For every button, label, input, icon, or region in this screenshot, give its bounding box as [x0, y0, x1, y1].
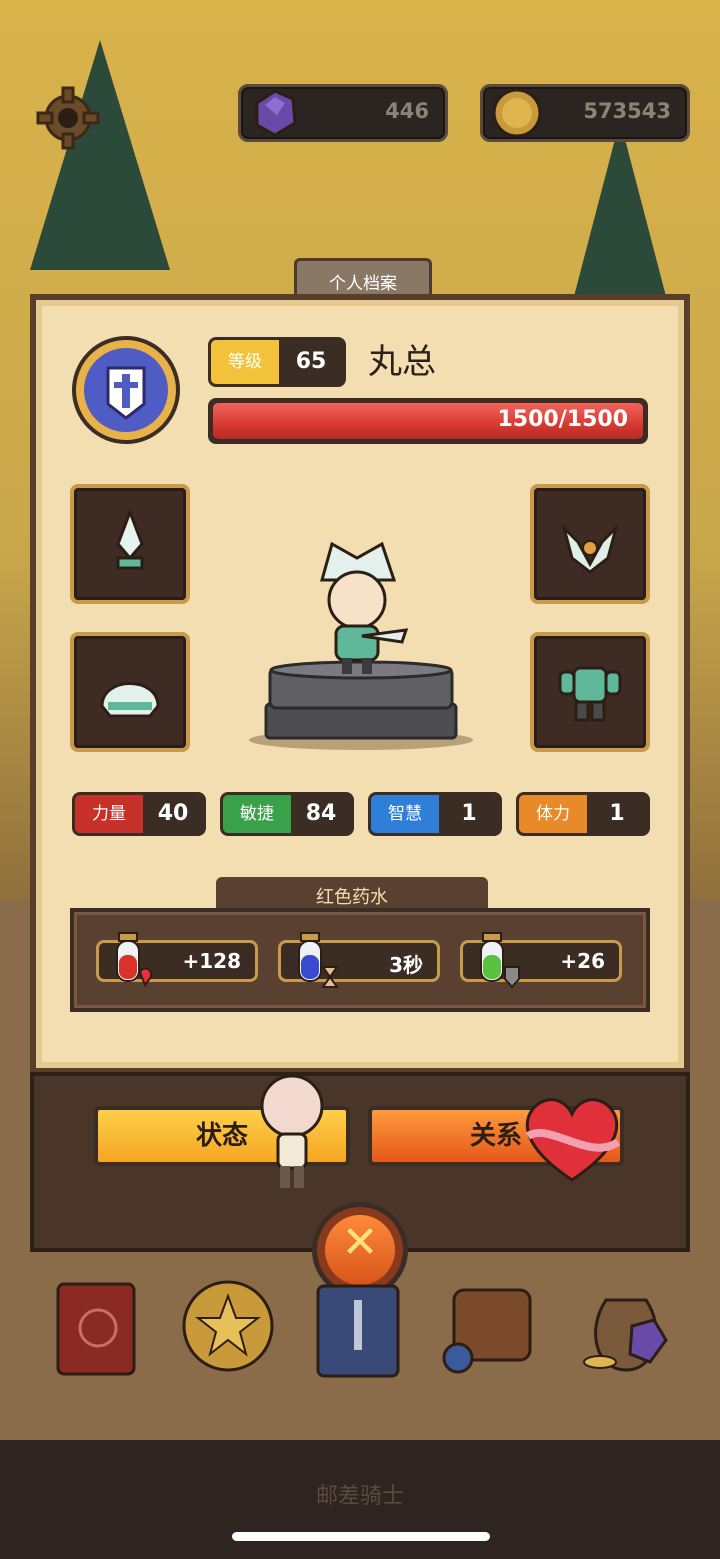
card-sword-icon[interactable]	[310, 1270, 410, 1380]
stat-strength-value: 40	[157, 801, 189, 826]
stat-stamina-value: 1	[609, 801, 625, 826]
potion-heal: +128	[96, 932, 258, 988]
home-indicator[interactable]	[232, 1532, 490, 1541]
stat-stamina-label: 体力	[519, 795, 587, 833]
stat-intelligence-value: 1	[461, 801, 477, 826]
stat-agility-value: 84	[305, 801, 337, 826]
gem-counter[interactable]: 446	[238, 84, 448, 142]
stat-intelligence: 智慧 1	[368, 792, 502, 836]
settings-gear-icon[interactable]	[34, 84, 102, 152]
player-name: 丸总	[368, 342, 436, 382]
gem-count: 446	[385, 99, 429, 123]
blue-potion-hourglass-icon	[298, 932, 339, 988]
stat-strength: 力量 40	[72, 792, 206, 836]
gold-coin-icon	[492, 88, 542, 138]
chibi-girl-character	[260, 1074, 324, 1188]
treasure-bag-icon[interactable]	[576, 1270, 676, 1380]
hp-text: 1500/1500	[497, 407, 629, 432]
potion-defense-value: +26	[560, 949, 605, 973]
stat-stamina: 体力 1	[516, 792, 650, 836]
helmet-icon	[100, 682, 160, 718]
book-icon[interactable]	[50, 1270, 150, 1380]
armor-slot[interactable]	[530, 632, 650, 752]
profile-tab-label: 个人档案	[329, 274, 397, 294]
backpack-icon[interactable]	[440, 1270, 540, 1380]
potion-title: 红色药水	[316, 887, 388, 908]
weapon-slot[interactable]	[70, 484, 190, 604]
level-label: 等级	[211, 340, 279, 384]
stat-agility: 敏捷 84	[220, 792, 354, 836]
hp-bar: 1500/1500	[208, 398, 648, 444]
potion-defense: +26	[460, 932, 622, 989]
potion-cooldown: 3秒	[278, 932, 440, 988]
bottom-title: 邮差骑士	[315, 1484, 404, 1509]
class-emblem-icon	[72, 336, 180, 444]
hero-character	[320, 541, 409, 674]
accessory-slot[interactable]	[530, 484, 650, 604]
potion-heal-value: +128	[182, 949, 241, 973]
coin-count: 573543	[583, 99, 671, 123]
red-potion-heart-icon	[116, 932, 153, 988]
stat-intelligence-label: 智慧	[371, 795, 439, 833]
stat-strength-label: 力量	[75, 795, 143, 833]
helmet-slot[interactable]	[70, 632, 190, 752]
coin-star-icon[interactable]	[178, 1270, 278, 1380]
amulet-icon	[561, 522, 619, 574]
armor-icon	[558, 666, 622, 722]
level-value: 65	[295, 349, 327, 374]
stat-agility-label: 敏捷	[223, 795, 291, 833]
green-potion-shield-icon	[480, 932, 520, 989]
potion-cooldown-value: 3秒	[389, 953, 423, 977]
heart-icon	[525, 1098, 621, 1182]
pine-tree-left	[30, 40, 170, 270]
close-icon: ✕	[341, 1217, 379, 1268]
spear-tip-icon	[116, 507, 144, 570]
level-badge: 等级 65	[208, 337, 346, 387]
coin-counter[interactable]: 573543	[480, 84, 690, 142]
purple-gem-icon	[255, 89, 297, 137]
